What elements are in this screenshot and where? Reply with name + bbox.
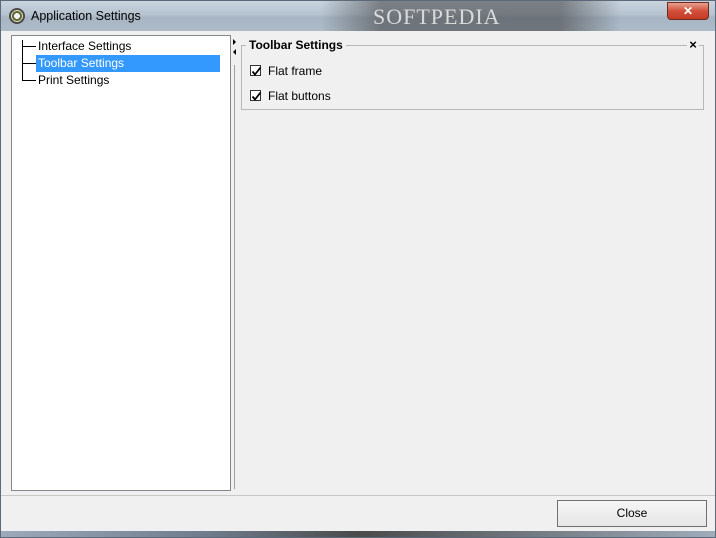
splitter-bar[interactable] [234,65,235,489]
close-icon: ✕ [682,4,694,18]
watermark-text: SOFTPEDIA [373,4,501,29]
title-bar[interactable]: Application Settings SOFTPEDIA ✕ [1,1,715,31]
tree-item-label: Interface Settings [38,39,132,53]
settings-tree[interactable]: Interface Settings Toolbar Settings Prin… [11,35,231,491]
window-bottom-edge [1,531,715,537]
tree-item-print-settings[interactable]: Print Settings [22,72,230,89]
checkmark-icon [251,66,262,76]
checkmark-icon [251,91,262,101]
app-icon[interactable] [9,8,25,24]
tree-branch-line [22,80,36,81]
close-button[interactable]: Close [557,500,707,527]
footer-divider [1,495,715,496]
settings-window: Application Settings SOFTPEDIA ✕ Interfa… [0,0,716,538]
tree-item-toolbar-settings[interactable]: Toolbar Settings [22,55,230,72]
splitter-expand-icon[interactable] [233,39,236,45]
tree-branch-line [22,63,36,64]
tree-item-label: Print Settings [38,73,110,87]
flat-frame-label: Flat frame [268,64,323,78]
flat-buttons-checkbox[interactable] [250,90,262,101]
tree-item-interface-settings[interactable]: Interface Settings [22,38,230,55]
tree-branch-line [22,46,36,47]
window-close-button[interactable]: ✕ [667,2,709,20]
flat-buttons-label: Flat buttons [268,89,331,103]
window-title: Application Settings [31,9,141,23]
flat-frame-checkbox[interactable] [250,65,262,76]
pane-splitter[interactable] [232,35,237,491]
splitter-collapse-icon[interactable] [233,49,236,55]
group-title: Toolbar Settings [246,38,346,52]
tree-item-label: Toolbar Settings [36,55,220,72]
group-close-icon[interactable]: × [687,38,699,52]
